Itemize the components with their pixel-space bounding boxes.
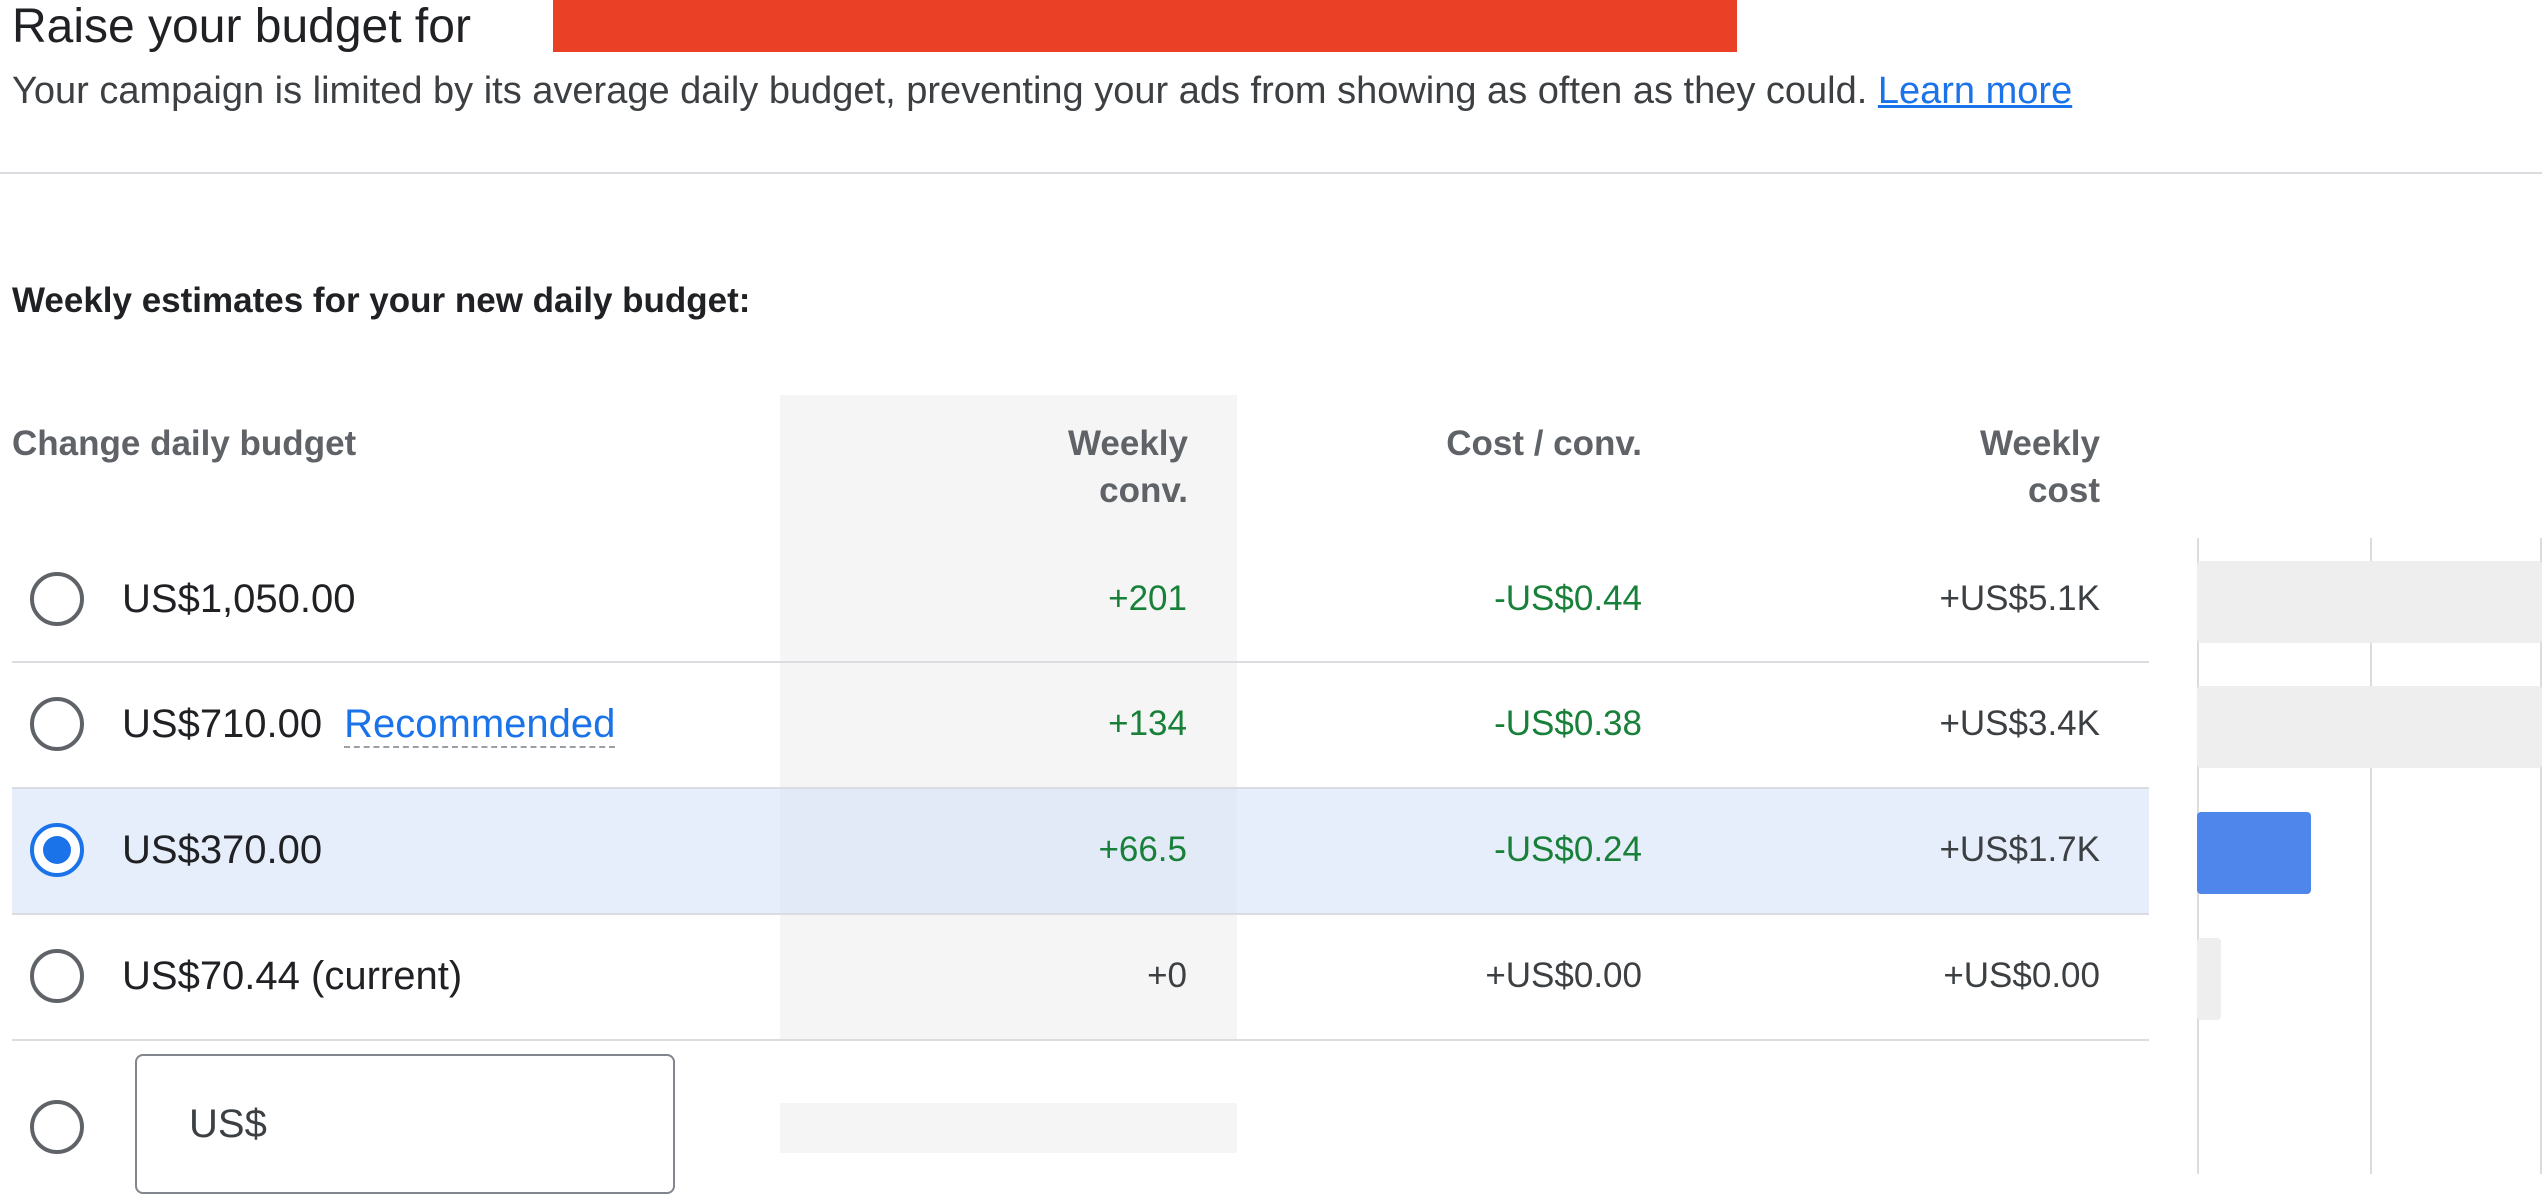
budget-amount: US$370.00	[122, 828, 323, 872]
weekly-conv-value: +134	[1108, 704, 1187, 743]
budget-amount: US$1,050.00	[122, 577, 356, 621]
budget-amount: US$70.44 (current)	[122, 954, 463, 998]
col-header-weekly-cost: Weekly cost	[1980, 424, 2100, 510]
section-heading: Weekly estimates for your new daily budg…	[12, 281, 751, 320]
radio-button-custom[interactable]	[30, 1100, 84, 1154]
budget-bar-selected	[2197, 812, 2311, 894]
radio-button[interactable]	[30, 572, 84, 626]
weekly-cost-value: +US$5.1K	[1939, 579, 2100, 618]
redacted-campaign-name	[553, 0, 1737, 52]
header-divider	[0, 172, 2542, 174]
weekly-cost-value: +US$0.00	[1943, 956, 2100, 995]
weekly-conv-value: +201	[1108, 579, 1187, 618]
col-header-cost-per-conv: Cost / conv.	[1446, 424, 1642, 463]
weekly-conv-placeholder-bar	[780, 1103, 1237, 1153]
budget-option-label[interactable]: US$1,050.00	[122, 573, 356, 625]
weekly-cost-value: +US$1.7K	[1939, 830, 2100, 869]
cost-per-conv-value: -US$0.44	[1494, 579, 1642, 618]
radio-button[interactable]	[30, 949, 84, 1003]
weekly-cost-value: +US$3.4K	[1939, 704, 2100, 743]
budget-option-label[interactable]: US$70.44 (current)	[122, 950, 462, 1002]
budget-bar	[2197, 561, 2542, 643]
description-text: Your campaign is limited by its average …	[12, 70, 1868, 112]
radio-button-selected[interactable]	[30, 823, 84, 877]
col-header-change-budget: Change daily budget	[12, 424, 357, 463]
budget-amount: US$710.00	[122, 702, 323, 746]
learn-more-link[interactable]: Learn more	[1878, 70, 2072, 112]
cost-per-conv-value: -US$0.24	[1494, 830, 1642, 869]
weekly-conv-value: +66.5	[1098, 830, 1187, 869]
budget-bar	[2197, 686, 2542, 768]
custom-budget-input[interactable]: US$	[135, 1054, 675, 1194]
budget-option-label[interactable]: US$710.00 Recommended	[122, 698, 616, 750]
col-header-weekly-conv: Weekly conv.	[1068, 424, 1188, 510]
cost-per-conv-value: -US$0.38	[1494, 704, 1642, 743]
recommended-tag[interactable]: Recommended	[344, 702, 616, 748]
page-description: Your campaign is limited by its average …	[12, 62, 2072, 120]
currency-prefix: US$	[189, 1102, 267, 1146]
radio-button[interactable]	[30, 697, 84, 751]
cost-per-conv-value: +US$0.00	[1485, 956, 1642, 995]
page-title: Raise your budget for	[12, 0, 471, 53]
budget-option-label[interactable]: US$370.00	[122, 824, 322, 876]
budget-bar	[2197, 938, 2221, 1020]
row-divider	[12, 1039, 2149, 1041]
weekly-conv-value: +0	[1147, 956, 1187, 995]
